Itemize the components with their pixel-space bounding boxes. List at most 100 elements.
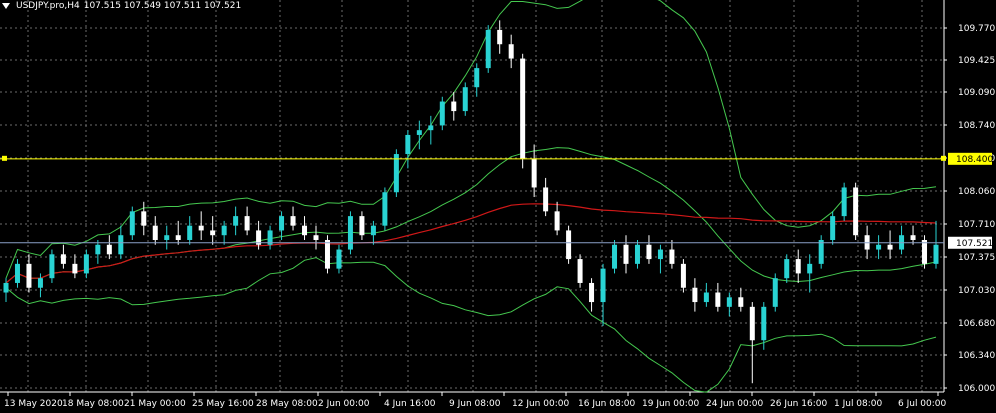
candle-body xyxy=(887,244,893,250)
price-axis-label: 109.425 xyxy=(958,56,995,66)
candle-body xyxy=(428,125,434,131)
candle-body xyxy=(175,235,181,240)
candle-body xyxy=(347,216,353,250)
candle-body xyxy=(841,187,847,217)
time-axis-label: 26 Jun 16:00 xyxy=(770,399,827,409)
candle-body xyxy=(37,278,43,288)
candle-body xyxy=(818,239,824,264)
candle-body xyxy=(566,230,572,260)
candle-body xyxy=(922,239,928,264)
price-axis-label: 106.680 xyxy=(958,319,995,329)
candle-body xyxy=(623,244,629,264)
candle-body xyxy=(405,134,411,155)
candle-body xyxy=(485,29,491,69)
time-axis-label: 28 May 08:00 xyxy=(256,399,318,409)
candle-body xyxy=(359,216,365,236)
candle-body xyxy=(646,244,652,260)
candle-body xyxy=(715,292,721,307)
candle-body xyxy=(772,278,778,307)
candle-body xyxy=(508,44,514,59)
time-axis-label: 24 Jun 00:00 xyxy=(706,399,763,409)
candle-body xyxy=(830,216,836,240)
candle-body xyxy=(451,101,457,112)
candle-body xyxy=(738,297,744,307)
time-axis-label: 6 Jul 00:00 xyxy=(898,399,947,409)
candle-body xyxy=(290,216,296,226)
candle-body xyxy=(784,259,790,279)
candle-body xyxy=(462,87,468,112)
price-axis-label: 108.740 xyxy=(958,121,995,131)
candle-body xyxy=(680,263,686,288)
candle-body xyxy=(531,158,537,188)
price-axis-label: 107.030 xyxy=(958,286,995,296)
candle-body xyxy=(129,211,135,236)
bollinger-upper xyxy=(5,0,937,279)
time-axis-label: 12 Jun 00:00 xyxy=(512,399,569,409)
candle-body xyxy=(279,216,285,231)
candle-body xyxy=(198,225,204,231)
price-axis-label: 106.340 xyxy=(958,351,995,361)
ohlc-values: 107.515 107.549 107.511 107.521 xyxy=(83,1,242,11)
price-axis-label: 107.375 xyxy=(958,253,995,263)
candle-body xyxy=(726,297,732,307)
candle-body xyxy=(95,244,101,255)
candle-body xyxy=(657,249,663,260)
candle-body xyxy=(302,225,308,236)
time-axis-label: 16 Jun 08:00 xyxy=(578,399,635,409)
time-axis-label: 9 Jun 08:00 xyxy=(449,399,501,409)
candle-body xyxy=(439,101,445,126)
candle-body xyxy=(589,282,595,303)
candle-body xyxy=(210,230,216,236)
candle-body xyxy=(187,225,193,240)
candle-body xyxy=(634,244,640,264)
candle-body xyxy=(749,306,755,341)
symbol-header: USDJPY.pro,H4 107.515 107.549 107.511 10… xyxy=(2,1,241,11)
candle-body xyxy=(554,211,560,231)
price-axis-label: 109.770 xyxy=(958,24,995,34)
candle-body xyxy=(60,254,66,264)
time-axis-label: 25 May 16:00 xyxy=(192,399,254,409)
candle-body xyxy=(669,249,675,264)
candle-body xyxy=(106,244,112,255)
bid-price-label: 107.521 xyxy=(956,239,993,249)
candle-body xyxy=(853,187,859,236)
candle-body xyxy=(72,263,78,274)
candle-body xyxy=(49,254,55,279)
chart-window[interactable]: USDJPY.pro,H4 107.515 107.549 107.511 10… xyxy=(0,0,996,413)
price-axis-label: 107.710 xyxy=(958,220,995,230)
candle-body xyxy=(543,187,549,212)
candle-body xyxy=(807,263,813,274)
symbol-label: USDJPY.pro,H4 xyxy=(16,1,80,11)
price-chart[interactable]: 13 May 2020 18 May 08:00 21 May 00:00 25 Ma… xyxy=(0,0,996,413)
candle-body xyxy=(474,68,480,88)
level-anchor xyxy=(941,155,946,161)
candle-body xyxy=(876,244,882,250)
candle-body xyxy=(692,287,698,303)
time-axis-label: 13 May 2020 xyxy=(4,399,63,409)
level-anchor xyxy=(2,155,7,161)
time-axis-label: 4 Jun 16:00 xyxy=(384,399,436,409)
candle-body xyxy=(324,239,330,269)
candle-body xyxy=(83,254,89,274)
time-axis-label: 19 Jun 00:00 xyxy=(642,399,699,409)
candle-body xyxy=(577,259,583,283)
candle-body xyxy=(795,259,801,274)
candle-body xyxy=(233,216,239,226)
dropdown-triangle-icon[interactable] xyxy=(2,3,10,9)
time-axis-label: 2 Jun 00:00 xyxy=(318,399,370,409)
candle-body xyxy=(336,249,342,269)
candle-body xyxy=(761,306,767,341)
candle-body xyxy=(910,235,916,240)
candle-body xyxy=(703,292,709,303)
candle-body xyxy=(221,225,227,236)
candle-body xyxy=(382,192,388,226)
price-axis-label: 106.000 xyxy=(958,384,995,394)
candle-body xyxy=(118,235,124,255)
candle-body xyxy=(152,225,158,240)
candle-body xyxy=(497,29,503,45)
candle-body xyxy=(393,154,399,193)
candle-body xyxy=(612,244,618,269)
candle-body xyxy=(164,235,170,240)
candle-body xyxy=(244,216,250,231)
candle-body xyxy=(933,244,939,264)
